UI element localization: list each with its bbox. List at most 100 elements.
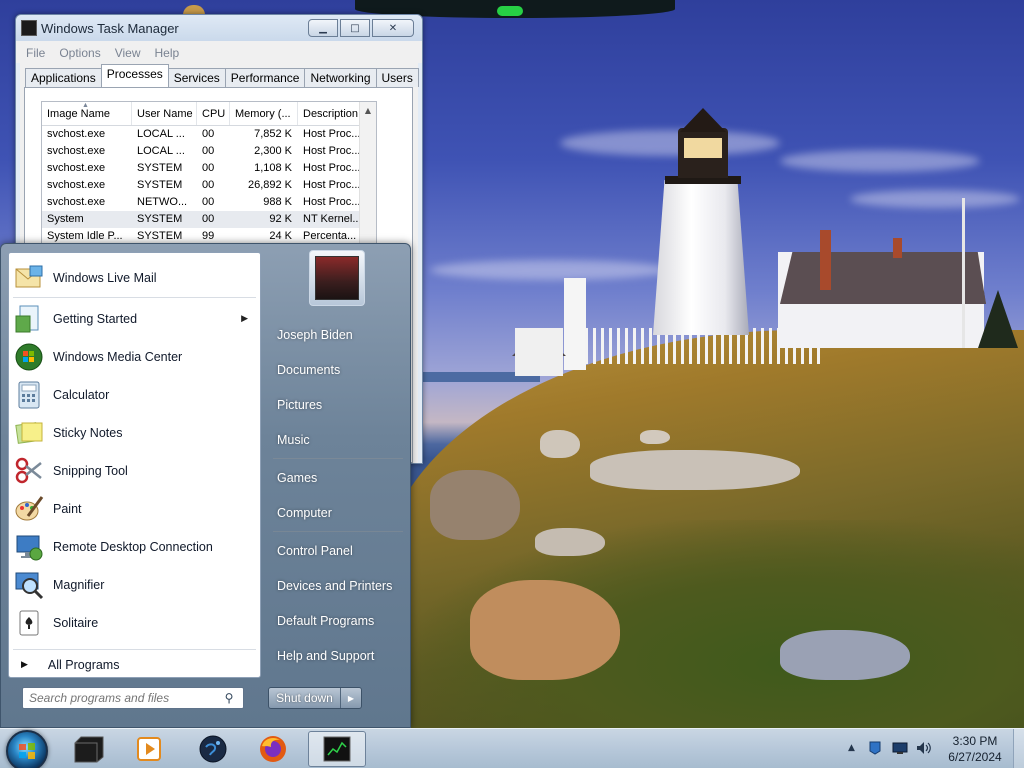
show-hidden-icons-button[interactable]: ▲ <box>848 743 855 753</box>
column-header-description[interactable]: Description <box>298 102 364 125</box>
start-menu-programs-pane: Windows Live Mail Getting Started ▶ Wind… <box>8 252 261 678</box>
all-programs-button[interactable]: ▶ All Programs <box>9 653 260 677</box>
sticky-notes-icon <box>13 417 45 449</box>
start-item-sticky-notes[interactable]: Sticky Notes <box>9 414 260 452</box>
column-header-user-name[interactable]: User Name <box>132 102 197 125</box>
start-item-magnifier[interactable]: Magnifier <box>9 566 260 604</box>
cell-memory: 1,108 K <box>254 162 292 174</box>
start-item-remote-desktop-connection[interactable]: Remote Desktop Connection <box>9 528 260 566</box>
system-clock[interactable]: 3:30 PM 6/27/2024 <box>935 733 1015 765</box>
solitaire-icon <box>13 607 45 639</box>
link-help-and-support[interactable]: Help and Support <box>265 639 408 673</box>
start-item-calculator[interactable]: Calculator <box>9 376 260 414</box>
start-item-paint[interactable]: Paint <box>9 490 260 528</box>
table-row[interactable]: svchost.exe LOCAL ... 00 7,852 K Host Pr… <box>42 126 376 143</box>
taskbar-file-explorer[interactable] <box>60 731 118 767</box>
link-documents[interactable]: Documents <box>265 353 408 387</box>
start-item-label: Calculator <box>53 388 110 402</box>
action-center-icon[interactable] <box>868 741 882 755</box>
search-input[interactable] <box>23 689 219 707</box>
close-button[interactable]: ✕ <box>372 19 414 37</box>
menu-bar: File Options View Help <box>16 41 422 63</box>
start-item-label: Solitaire <box>53 616 99 630</box>
scroll-up-icon[interactable]: ▲ <box>360 106 376 115</box>
link-devices-and-printers[interactable]: Devices and Printers <box>265 569 408 603</box>
column-header-image-name[interactable]: ▲ Image Name <box>42 102 132 125</box>
search-icon[interactable]: ⚲ <box>219 691 239 705</box>
start-menu-places-pane: Joseph Biden Documents Pictures Music Ga… <box>263 244 410 729</box>
cell-cpu: 00 <box>202 162 215 174</box>
cell-image-name: svchost.exe <box>47 196 106 208</box>
column-label: Image Name <box>47 108 110 120</box>
avatar[interactable] <box>309 250 365 306</box>
cell-image-name: svchost.exe <box>47 162 106 174</box>
start-item-solitaire[interactable]: Solitaire <box>9 604 260 642</box>
firefox-icon <box>260 736 286 762</box>
cell-cpu: 00 <box>202 196 215 208</box>
link-user-folder[interactable]: Joseph Biden <box>265 318 408 352</box>
column-header-memory[interactable]: Memory (... <box>230 102 298 125</box>
submenu-arrow-icon: ▶ <box>241 314 248 324</box>
cell-user-name: SYSTEM <box>137 213 183 225</box>
menu-file[interactable]: File <box>26 46 45 60</box>
show-desktop-button[interactable] <box>1013 729 1024 768</box>
globe-icon <box>199 735 227 763</box>
tab-services[interactable]: Services <box>167 68 226 87</box>
menu-options[interactable]: Options <box>59 46 100 60</box>
start-search-box[interactable]: ⚲ <box>22 687 244 709</box>
start-item-windows-live-mail[interactable]: Windows Live Mail <box>9 259 260 297</box>
menu-help[interactable]: Help <box>155 46 180 60</box>
scissors-icon <box>13 455 45 487</box>
windows-logo-icon <box>19 743 35 759</box>
start-item-windows-media-center[interactable]: Windows Media Center <box>9 338 260 376</box>
cell-cpu: 00 <box>202 128 215 140</box>
link-music[interactable]: Music <box>265 423 408 457</box>
start-menu: Windows Live Mail Getting Started ▶ Wind… <box>0 243 411 728</box>
shutdown-button[interactable]: Shut down <box>269 688 341 708</box>
taskbar-globe[interactable] <box>184 731 242 767</box>
start-item-getting-started[interactable]: Getting Started ▶ <box>9 300 260 338</box>
table-header: ▲ Image Name User Name CPU Memory (... De… <box>42 102 376 126</box>
table-row[interactable]: System SYSTEM 00 92 K NT Kernel... <box>42 211 376 228</box>
maximize-icon: □ <box>350 22 360 34</box>
all-programs-label: All Programs <box>47 658 120 672</box>
column-header-cpu[interactable]: CPU <box>197 102 230 125</box>
cell-memory: 7,852 K <box>254 128 292 140</box>
tab-performance[interactable]: Performance <box>224 68 306 87</box>
start-item-label: Paint <box>53 502 82 516</box>
cell-description: Host Proc... <box>303 128 361 140</box>
maximize-button[interactable]: □ <box>340 19 370 37</box>
link-games[interactable]: Games <box>265 461 408 495</box>
link-computer[interactable]: Computer <box>265 496 408 530</box>
taskbar-firefox[interactable] <box>244 731 302 767</box>
clock-time: 3:30 PM <box>952 734 998 748</box>
task-manager-titlebar[interactable]: Windows Task Manager ▁ □ ✕ <box>16 15 422 41</box>
minimize-button[interactable]: ▁ <box>308 19 338 37</box>
link-default-programs[interactable]: Default Programs <box>265 604 408 638</box>
cell-description: NT Kernel... <box>303 213 362 225</box>
task-manager-icon <box>323 736 351 762</box>
table-row[interactable]: svchost.exe LOCAL ... 00 2,300 K Host Pr… <box>42 143 376 160</box>
tab-processes[interactable]: Processes <box>100 64 169 87</box>
link-pictures[interactable]: Pictures <box>265 388 408 422</box>
cell-memory: 988 K <box>263 196 292 208</box>
tab-users[interactable]: Users <box>375 68 419 87</box>
volume-icon[interactable] <box>916 741 931 754</box>
link-control-panel[interactable]: Control Panel <box>265 534 408 568</box>
tab-networking[interactable]: Networking <box>304 68 377 87</box>
table-row[interactable]: svchost.exe SYSTEM 00 26,892 K Host Proc… <box>42 177 376 194</box>
taskbar-task-manager[interactable] <box>308 731 366 767</box>
tab-applications[interactable]: Applications <box>25 68 102 87</box>
table-row[interactable]: svchost.exe SYSTEM 00 1,108 K Host Proc.… <box>42 160 376 177</box>
menu-view[interactable]: View <box>115 46 141 60</box>
table-row[interactable]: svchost.exe NETWO... 00 988 K Host Proc.… <box>42 194 376 211</box>
media-player-icon <box>137 737 161 761</box>
cell-user-name: NETWO... <box>137 196 188 208</box>
cell-description: Host Proc... <box>303 196 361 208</box>
cell-user-name: LOCAL ... <box>137 128 185 140</box>
start-button[interactable] <box>6 730 48 768</box>
taskbar-media-player[interactable] <box>120 731 178 767</box>
start-item-snipping-tool[interactable]: Snipping Tool <box>9 452 260 490</box>
shutdown-options-arrow-icon[interactable]: ▶ <box>341 688 361 708</box>
network-icon[interactable] <box>892 741 908 754</box>
